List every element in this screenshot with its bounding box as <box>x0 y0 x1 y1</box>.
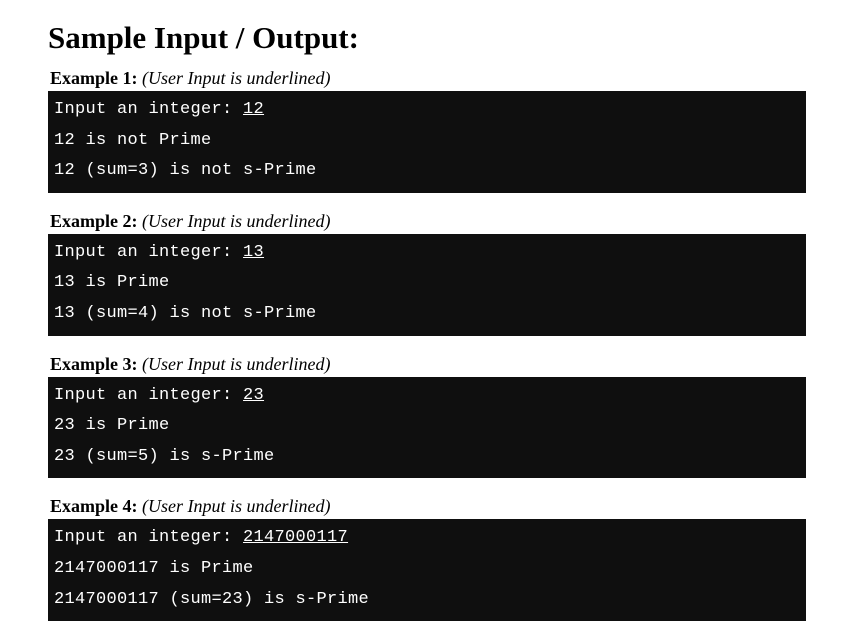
code-line: 2147000117 is Prime <box>54 554 800 585</box>
code-line: 13 (sum=4) is not s-Prime <box>54 299 800 330</box>
example-number: Example 3: <box>50 354 142 374</box>
code-block: Input an integer: 23 23 is Prime 23 (sum… <box>48 377 806 479</box>
prompt-text: Input an integer: <box>54 386 243 405</box>
prompt-text: Input an integer: <box>54 243 243 262</box>
code-line: 12 is not Prime <box>54 126 800 157</box>
code-line: Input an integer: 23 <box>54 381 800 412</box>
example-number: Example 1: <box>50 68 142 88</box>
prompt-text: Input an integer: <box>54 100 243 119</box>
code-block: Input an integer: 2147000117 2147000117 … <box>48 519 806 621</box>
prompt-text: Input an integer: <box>54 528 243 547</box>
code-line: Input an integer: 13 <box>54 238 800 269</box>
example-block: Example 4: (User Input is underlined) In… <box>48 496 806 621</box>
example-block: Example 1: (User Input is underlined) In… <box>48 68 806 193</box>
section-heading: Sample Input / Output: <box>48 20 806 56</box>
example-note: (User Input is underlined) <box>142 211 330 231</box>
example-number: Example 4: <box>50 496 142 516</box>
code-block: Input an integer: 13 13 is Prime 13 (sum… <box>48 234 806 336</box>
example-note: (User Input is underlined) <box>142 496 330 516</box>
user-input: 23 <box>243 386 264 405</box>
example-block: Example 3: (User Input is underlined) In… <box>48 354 806 479</box>
code-line: 23 is Prime <box>54 411 800 442</box>
user-input: 13 <box>243 243 264 262</box>
example-label: Example 3: (User Input is underlined) <box>48 354 806 375</box>
code-line: Input an integer: 12 <box>54 95 800 126</box>
example-note: (User Input is underlined) <box>142 68 330 88</box>
user-input: 2147000117 <box>243 528 348 547</box>
code-line: 23 (sum=5) is s-Prime <box>54 442 800 473</box>
example-label: Example 2: (User Input is underlined) <box>48 211 806 232</box>
example-label: Example 4: (User Input is underlined) <box>48 496 806 517</box>
example-block: Example 2: (User Input is underlined) In… <box>48 211 806 336</box>
example-number: Example 2: <box>50 211 142 231</box>
code-line: 12 (sum=3) is not s-Prime <box>54 156 800 187</box>
code-block: Input an integer: 12 12 is not Prime 12 … <box>48 91 806 193</box>
example-note: (User Input is underlined) <box>142 354 330 374</box>
example-label: Example 1: (User Input is underlined) <box>48 68 806 89</box>
code-line: Input an integer: 2147000117 <box>54 523 800 554</box>
code-line: 13 is Prime <box>54 268 800 299</box>
code-line: 2147000117 (sum=23) is s-Prime <box>54 585 800 616</box>
user-input: 12 <box>243 100 264 119</box>
